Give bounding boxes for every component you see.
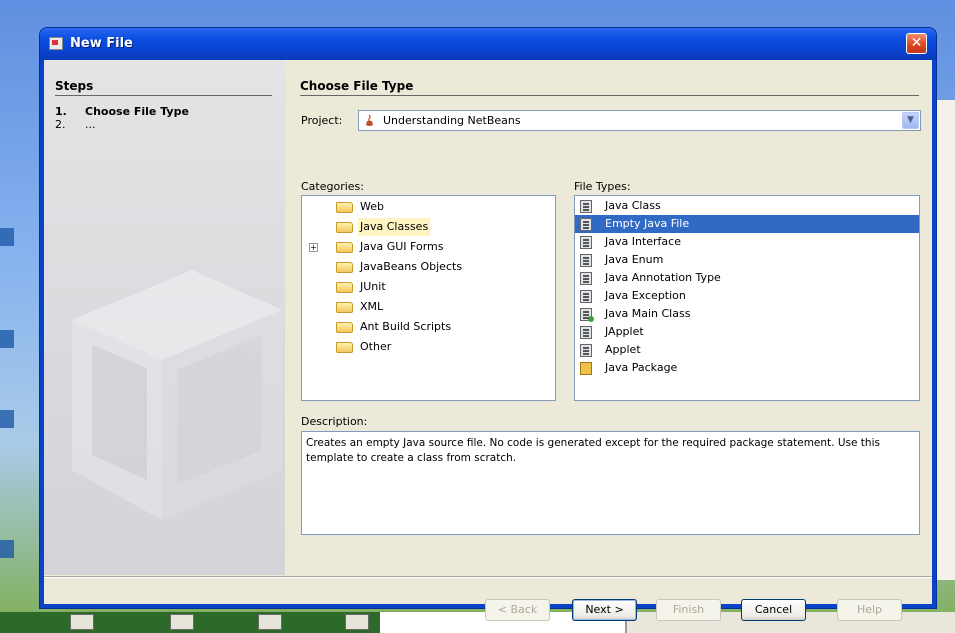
category-label: Web bbox=[360, 200, 384, 213]
chevron-down-icon[interactable]: ▼ bbox=[902, 112, 919, 129]
desktop-icon-edge bbox=[0, 540, 14, 558]
project-label: Project: bbox=[301, 114, 343, 127]
file-type-label: Java Interface bbox=[605, 235, 681, 248]
file-type-label: Java Exception bbox=[605, 289, 686, 302]
java-exception-icon bbox=[580, 290, 592, 303]
category-item-java-gui-forms[interactable]: + Java GUI Forms bbox=[302, 238, 555, 256]
help-button[interactable]: Help bbox=[837, 599, 902, 621]
file-type-java-main-class[interactable]: Java Main Class bbox=[575, 305, 919, 323]
applet-icon bbox=[580, 344, 592, 357]
category-item-other[interactable]: Other bbox=[302, 338, 555, 356]
folder-icon bbox=[336, 242, 353, 253]
desktop-shortcut-icon[interactable] bbox=[70, 614, 94, 630]
category-item-javabeans-objects[interactable]: JavaBeans Objects bbox=[302, 258, 555, 276]
folder-icon bbox=[336, 262, 353, 273]
step-item-2: 2.... bbox=[55, 118, 96, 131]
file-type-japplet[interactable]: JApplet bbox=[575, 323, 919, 341]
category-label: Java Classes bbox=[358, 218, 431, 236]
folder-icon bbox=[336, 322, 353, 333]
app-icon bbox=[49, 37, 63, 50]
file-types-label: File Types: bbox=[574, 180, 631, 193]
step-number: 2. bbox=[55, 118, 66, 131]
divider bbox=[44, 577, 932, 578]
desktop-shortcut-icon[interactable] bbox=[170, 614, 194, 630]
file-type-label: Java Class bbox=[605, 199, 661, 212]
steps-heading: Steps bbox=[55, 79, 94, 93]
divider bbox=[55, 95, 272, 96]
file-type-applet[interactable]: Applet bbox=[575, 341, 919, 359]
java-interface-icon bbox=[580, 236, 592, 249]
next-button[interactable]: Next > bbox=[572, 599, 637, 621]
file-type-java-enum[interactable]: Java Enum bbox=[575, 251, 919, 269]
description-text: Creates an empty Java source file. No co… bbox=[301, 431, 920, 535]
file-type-label: Applet bbox=[605, 343, 641, 356]
description-label: Description: bbox=[301, 415, 368, 428]
category-label: JavaBeans Objects bbox=[360, 260, 463, 273]
project-dropdown[interactable]: Understanding NetBeans ▼ bbox=[358, 110, 921, 131]
folder-icon bbox=[336, 202, 353, 213]
file-type-java-annotation-type[interactable]: Java Annotation Type bbox=[575, 269, 919, 287]
java-package-icon bbox=[580, 362, 592, 375]
desktop-icon-edge bbox=[0, 228, 14, 246]
folder-icon bbox=[336, 222, 353, 233]
close-button[interactable]: ✕ bbox=[906, 33, 927, 54]
category-label: JUnit bbox=[360, 280, 386, 293]
java-annotation-icon bbox=[580, 272, 592, 285]
desktop-shortcut-icon[interactable] bbox=[345, 614, 369, 630]
file-type-java-interface[interactable]: Java Interface bbox=[575, 233, 919, 251]
file-type-label: Java Annotation Type bbox=[605, 271, 721, 284]
category-item-junit[interactable]: JUnit bbox=[302, 278, 555, 296]
step-number: 1. bbox=[55, 105, 67, 118]
step-label: ... bbox=[85, 118, 96, 131]
folder-icon bbox=[336, 342, 353, 353]
category-label: Other bbox=[360, 340, 392, 353]
window-title: New File bbox=[70, 36, 133, 51]
java-main-class-icon bbox=[580, 308, 594, 322]
desktop-shortcut-icon[interactable] bbox=[258, 614, 282, 630]
categories-label: Categories: bbox=[301, 180, 364, 193]
java-file-icon bbox=[580, 218, 592, 231]
category-label: XML bbox=[360, 300, 384, 313]
file-types-list[interactable]: Java Class Empty Java File Java Interfac… bbox=[574, 195, 920, 401]
folder-icon bbox=[336, 302, 353, 313]
cancel-button[interactable]: Cancel bbox=[741, 599, 806, 621]
file-type-label: Java Main Class bbox=[605, 307, 691, 320]
java-enum-icon bbox=[580, 254, 592, 267]
folder-icon bbox=[336, 282, 353, 293]
divider bbox=[300, 95, 919, 96]
finish-button[interactable]: Finish bbox=[656, 599, 721, 621]
category-item-xml[interactable]: XML bbox=[302, 298, 555, 316]
expand-icon[interactable]: + bbox=[309, 243, 318, 252]
new-file-dialog: New File ✕ Steps 1. Choose File Type 2...… bbox=[40, 28, 936, 621]
file-type-java-exception[interactable]: Java Exception bbox=[575, 287, 919, 305]
dialog-body: Steps 1. Choose File Type 2.... Choose Fi… bbox=[44, 60, 932, 621]
back-button[interactable]: < Back bbox=[485, 599, 550, 621]
file-type-label: Java Enum bbox=[605, 253, 664, 266]
category-label: Java GUI Forms bbox=[360, 240, 444, 253]
steps-pane: Steps 1. Choose File Type 2.... bbox=[44, 60, 285, 575]
java-class-icon bbox=[580, 200, 592, 213]
file-type-label: JApplet bbox=[605, 325, 644, 338]
japplet-icon bbox=[580, 326, 592, 339]
category-label: Ant Build Scripts bbox=[360, 320, 452, 333]
panel-title: Choose File Type bbox=[300, 79, 414, 93]
netbeans-cube-watermark bbox=[72, 270, 282, 520]
step-label: Choose File Type bbox=[85, 105, 189, 118]
desktop-icon-edge bbox=[0, 330, 14, 348]
project-value: Understanding NetBeans bbox=[383, 114, 521, 127]
file-type-java-package[interactable]: Java Package bbox=[575, 359, 919, 377]
category-item-ant-build-scripts[interactable]: Ant Build Scripts bbox=[302, 318, 555, 336]
java-project-icon bbox=[366, 114, 373, 126]
categories-tree[interactable]: Web Java Classes + Java GUI Forms JavaBe… bbox=[301, 195, 556, 401]
step-item-1: 1. Choose File Type bbox=[55, 105, 189, 118]
desktop-icon-edge bbox=[0, 410, 14, 428]
category-item-java-classes[interactable]: Java Classes bbox=[302, 218, 555, 236]
file-type-java-class[interactable]: Java Class bbox=[575, 197, 919, 215]
category-item-web[interactable]: Web bbox=[302, 198, 555, 216]
file-type-label: Empty Java File bbox=[605, 217, 690, 230]
file-type-label: Java Package bbox=[605, 361, 678, 374]
title-bar[interactable]: New File ✕ bbox=[40, 28, 936, 60]
file-type-empty-java-file[interactable]: Empty Java File bbox=[575, 215, 919, 233]
